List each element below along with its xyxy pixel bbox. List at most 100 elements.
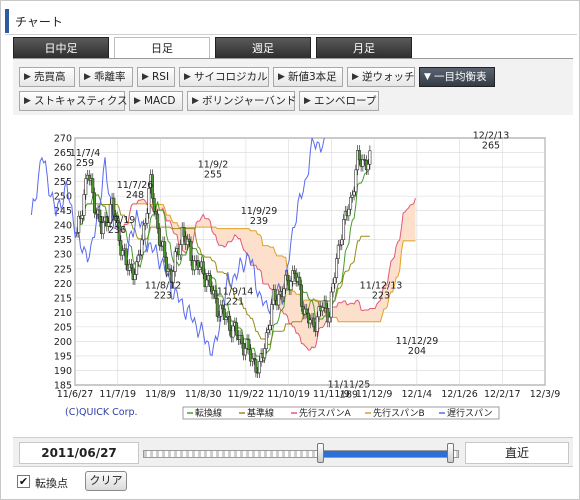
y-tick-label: 270 <box>54 134 72 145</box>
candle-body <box>328 316 332 323</box>
tab-intraday[interactable]: 日中足 <box>13 37 109 59</box>
bottom-controls: ✔ 転換点 クリア <box>13 469 573 497</box>
candle-body <box>350 194 354 198</box>
turning-point-value: 265 <box>482 141 500 152</box>
candle-body <box>84 178 88 195</box>
indicator-reverse-watch-button[interactable]: ▶ 逆ウォッチ <box>347 67 415 87</box>
tab-daily[interactable]: 日足 <box>114 37 210 59</box>
indicator-ichimoku-button[interactable]: ▼ 一目均衡表 <box>419 67 495 87</box>
triangle-right-icon: ▶ <box>84 72 91 82</box>
candle-body <box>208 275 212 287</box>
indicator-label: 売買高 <box>34 71 66 83</box>
candle-body <box>329 291 333 318</box>
x-tick-label: 11/8/9 <box>145 389 176 400</box>
triangle-right-icon: ▶ <box>304 96 311 106</box>
x-tick-label: 12/1/4 <box>402 389 433 400</box>
candle-body <box>340 239 344 246</box>
tab-weekly[interactable]: 週足 <box>215 37 311 59</box>
candle-body <box>298 276 302 286</box>
x-tick-label: 11/9/22 <box>228 389 265 400</box>
range-end-handle[interactable] <box>447 443 454 463</box>
latest-button[interactable]: 直近 <box>465 442 569 464</box>
start-date-display: 2011/06/27 <box>19 442 139 464</box>
x-tick-label: 11/10/19 <box>267 389 310 400</box>
y-tick-label: 205 <box>54 322 72 333</box>
candle-body <box>178 244 182 256</box>
candle-body <box>324 300 328 309</box>
check-icon: ✔ <box>18 475 29 488</box>
range-start-handle[interactable] <box>317 443 324 463</box>
candle-body <box>282 288 286 298</box>
candle-body <box>354 169 358 193</box>
triangle-right-icon: ▶ <box>134 96 141 106</box>
turning-point-value: 239 <box>250 216 268 227</box>
candle-body <box>308 319 312 324</box>
x-tick-label: 11/6/27 <box>57 389 94 400</box>
period-tabs: 日中足 日足 週足 月足 <box>13 37 573 59</box>
turning-point-value: 236 <box>108 225 126 236</box>
candle-body <box>357 150 361 161</box>
candle-body <box>187 238 191 242</box>
indicator-three-line-break-button[interactable]: ▶ 新値3本足 <box>273 67 343 87</box>
candle-body <box>157 228 161 246</box>
range-slider-bar: 2011/06/27 直近 <box>13 437 573 467</box>
indicator-stochastics-button[interactable]: ▶ ストキャスティクス <box>19 91 128 111</box>
candle-body <box>368 150 372 165</box>
y-tick-label: 215 <box>54 293 72 304</box>
x-tick-label: 12/3/9 <box>530 389 561 400</box>
candle-body <box>254 359 258 373</box>
candle-body <box>173 251 177 272</box>
candle-body <box>93 192 97 214</box>
turning-point-value: 248 <box>126 190 144 201</box>
y-tick-label: 260 <box>54 163 72 174</box>
panel-title: チャート <box>15 15 63 29</box>
candle-body <box>333 277 337 284</box>
indicator-rsi-button[interactable]: ▶ RSI <box>137 67 175 87</box>
candle-body <box>347 208 351 217</box>
clear-button[interactable]: クリア <box>85 471 127 491</box>
candle-body <box>305 308 309 314</box>
candle-body <box>264 332 268 349</box>
candle-body <box>82 194 86 216</box>
turning-point-value: 255 <box>204 170 222 181</box>
candle-body <box>299 284 303 307</box>
turning-point-value: 259 <box>76 158 94 169</box>
candle-body <box>243 348 247 356</box>
turning-points-checkbox[interactable]: ✔ <box>17 475 30 488</box>
x-tick-label: 11/12/9 <box>356 389 393 400</box>
candle-body <box>129 263 133 269</box>
candle-body <box>215 297 219 317</box>
tab-monthly[interactable]: 月足 <box>316 37 412 59</box>
y-tick-label: 230 <box>54 250 72 261</box>
range-slider-track[interactable] <box>143 450 459 458</box>
candle-body <box>136 254 140 263</box>
indicator-bollinger-button[interactable]: ▶ ボリンジャーバンド <box>187 91 296 111</box>
candle-body <box>135 261 139 275</box>
candle-body <box>77 215 81 233</box>
candle-body <box>335 258 339 278</box>
indicator-label: 新値3本足 <box>288 71 337 83</box>
candle-body <box>240 334 244 344</box>
candle-body <box>247 339 251 350</box>
indicator-label: MACD <box>144 95 176 107</box>
indicator-envelope-button[interactable]: ▶ エンベロープ <box>299 91 379 111</box>
y-tick-label: 255 <box>54 177 72 188</box>
candle-body <box>142 224 146 241</box>
indicator-psychological-button[interactable]: ▶ サイコロジカル <box>179 67 269 87</box>
candle-body <box>331 283 335 293</box>
legend-entry: 先行スパンA <box>299 407 351 419</box>
candle-body <box>352 191 356 196</box>
candle-body <box>147 188 151 214</box>
y-tick-label: 190 <box>54 366 72 377</box>
ichimoku-chart: 185 190 195 200 205 210 215 220 225 230 235 240 245 2… <box>13 115 573 435</box>
x-tick-label: 12/2/17 <box>484 389 521 400</box>
indicator-deviation-button[interactable]: ▶ 乖離率 <box>79 67 133 87</box>
candle-body <box>154 211 158 215</box>
indicator-macd-button[interactable]: ▶ MACD <box>129 91 183 111</box>
indicator-label: エンベロープ <box>314 95 377 107</box>
candle-body <box>336 244 340 259</box>
indicator-volume-button[interactable]: ▶ 売買高 <box>19 67 75 87</box>
candle-body <box>231 325 235 338</box>
candle-body <box>198 266 202 270</box>
turning-points-label: 転換点 <box>35 477 68 490</box>
